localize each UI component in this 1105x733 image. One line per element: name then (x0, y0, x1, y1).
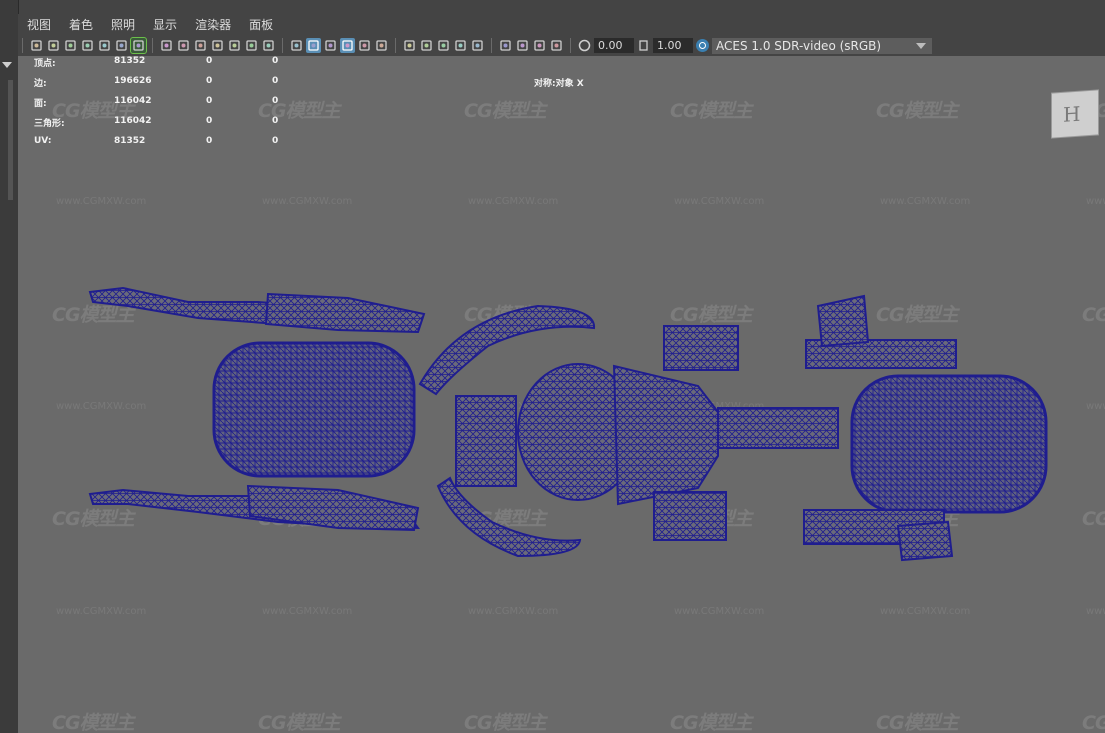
field-chart-icon[interactable] (227, 38, 242, 53)
hud-uv-value: 0 (272, 116, 279, 126)
camera-attributes-icon[interactable] (46, 38, 61, 53)
viewport-toolbar: 0.00 1.00 ACES 1.0 SDR-video (sRGB) (18, 35, 1105, 56)
depth-of-field-icon[interactable] (470, 38, 485, 53)
hud-label: 边: (34, 79, 47, 89)
bookmark-icon[interactable] (63, 38, 78, 53)
rear-tire (850, 374, 1048, 514)
toolbar-separator (395, 38, 396, 53)
hud-value: 116042 (114, 116, 152, 126)
hud-selected-value: 0 (206, 56, 213, 66)
wireframe-icon[interactable] (289, 38, 304, 53)
gamma-field[interactable]: 1.00 (653, 38, 693, 53)
wireframe-on-shaded-icon[interactable] (340, 38, 355, 53)
menu-shading[interactable]: 着色 (60, 16, 102, 33)
color-space-label: ACES 1.0 SDR-video (sRGB) (716, 38, 882, 53)
rear-mount (896, 520, 954, 562)
toolbar-separator (491, 38, 492, 53)
toolbar-separator (570, 38, 571, 53)
hud-selected-value: 0 (206, 96, 213, 106)
smooth-shade-icon[interactable] (306, 38, 321, 53)
gate-mask-icon[interactable] (210, 38, 225, 53)
grease-pencil-icon[interactable] (97, 38, 112, 53)
camera-select-icon[interactable] (29, 38, 44, 53)
film-gate-icon[interactable] (176, 38, 191, 53)
hud-uv-value: 0 (272, 136, 279, 146)
3d-viewport[interactable]: CG模型主 www.CGMXW.com CG模型主 www.CGMXW.com CG模型… (18, 56, 1105, 733)
menu-show[interactable]: 显示 (144, 16, 186, 33)
upper-pedal (663, 325, 739, 371)
rear-boom (717, 407, 839, 449)
panel-collapse-icon[interactable] (2, 62, 12, 68)
toolbar-separator (152, 38, 153, 53)
front-tire (212, 341, 416, 478)
grid-icon[interactable] (159, 38, 174, 53)
safe-action-icon[interactable] (244, 38, 259, 53)
viewport-menu-bar: 视图 着色 照明 显示 渲染器 面板 (18, 14, 1105, 35)
hud-uv-value: 0 (272, 56, 279, 66)
left-side-panel (0, 0, 19, 733)
multisample-aa-icon[interactable] (453, 38, 468, 53)
hud-uv-value: 0 (272, 96, 279, 106)
viewcube[interactable]: H (1052, 90, 1098, 138)
hud-label: 三角形: (34, 119, 65, 129)
hud-label: UV: (34, 136, 52, 146)
2d-pan-zoom-icon[interactable] (114, 38, 129, 53)
backface-culling-icon[interactable] (549, 38, 564, 53)
hud-selected-value: 0 (206, 116, 213, 126)
hud-value: 81352 (114, 56, 146, 66)
motion-blur-icon[interactable] (436, 38, 451, 53)
seat-bracket (816, 294, 870, 348)
xray-joints-icon[interactable] (532, 38, 547, 53)
menu-renderer[interactable]: 渲染器 (186, 16, 240, 33)
hud-value: 196626 (114, 76, 152, 86)
xray-icon[interactable] (515, 38, 530, 53)
default-material-icon[interactable] (323, 38, 338, 53)
toolbar-separator (282, 38, 283, 53)
resolution-gate-icon[interactable] (193, 38, 208, 53)
hud-label: 顶点: (34, 59, 56, 69)
isolate-select-icon[interactable] (498, 38, 513, 53)
symmetry-indicator: 对称:对象 X (534, 79, 584, 89)
lower-pedal (653, 491, 727, 541)
hud-selected-value: 0 (206, 76, 213, 86)
shadows-icon[interactable] (402, 38, 417, 53)
color-management-icon[interactable] (695, 38, 710, 53)
wireframe-toggle-icon[interactable] (130, 37, 147, 54)
hud-value: 81352 (114, 136, 146, 146)
menu-lighting[interactable]: 照明 (102, 16, 144, 33)
panel-scroll-strip[interactable] (8, 80, 13, 200)
safe-title-icon[interactable] (261, 38, 276, 53)
ambient-occlusion-icon[interactable] (419, 38, 434, 53)
chevron-down-icon (916, 42, 926, 49)
wireframe-model[interactable] (18, 56, 1105, 733)
steering-column (455, 395, 517, 487)
engine-housing (612, 364, 719, 506)
use-all-lights-icon[interactable] (374, 38, 389, 53)
menu-view[interactable]: 视图 (18, 16, 60, 33)
exposure-icon[interactable] (577, 38, 592, 53)
textured-icon[interactable] (357, 38, 372, 53)
hud-label: 面: (34, 99, 47, 109)
toolbar-separator (22, 38, 23, 53)
hud-value: 116042 (114, 96, 152, 106)
exposure-field[interactable]: 0.00 (594, 38, 634, 53)
hud-selected-value: 0 (206, 136, 213, 146)
color-space-dropdown[interactable]: ACES 1.0 SDR-video (sRGB) (712, 37, 932, 54)
gamma-icon[interactable] (636, 38, 651, 53)
viewcube-face-label: H (1063, 101, 1081, 127)
hud-uv-value: 0 (272, 76, 279, 86)
image-plane-icon[interactable] (80, 38, 95, 53)
menu-panels[interactable]: 面板 (240, 16, 282, 33)
